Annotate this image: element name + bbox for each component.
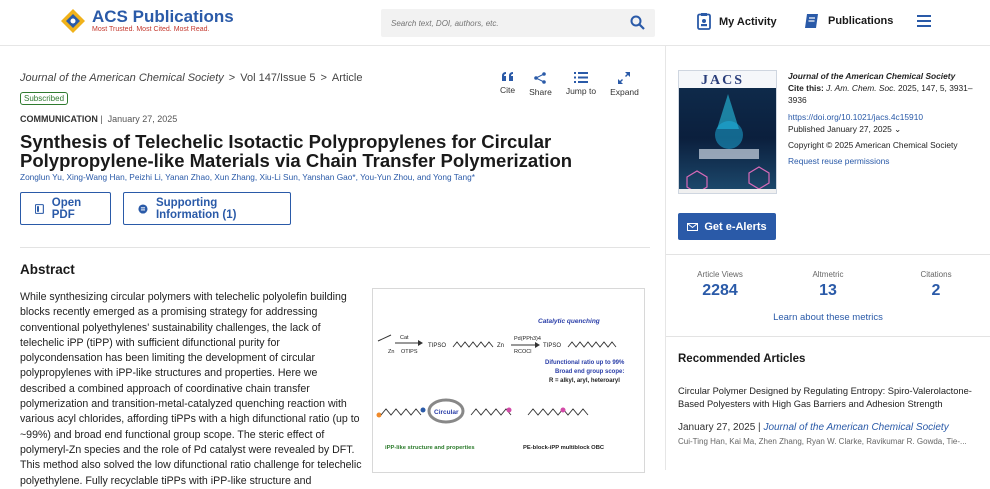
my-activity-label: My Activity <box>719 15 777 28</box>
toc-pd: Pd(PPh3)4 <box>514 336 541 342</box>
my-activity-link[interactable]: My Activity <box>697 13 777 30</box>
top-bar: ACS Publications Most Trusted. Most Cite… <box>0 0 990 46</box>
publications-label: Publications <box>828 15 894 27</box>
menu-icon[interactable] <box>917 14 931 28</box>
cite-button[interactable]: Cite <box>500 72 515 97</box>
pdf-icon <box>35 203 44 214</box>
published-date[interactable]: Published January 27, 2025 ⌄ <box>788 123 983 135</box>
share-label: Share <box>529 87 552 97</box>
logo-name: ACS Publications <box>92 7 234 26</box>
copyright: Copyright © 2025 American Chemical Socie… <box>788 140 958 151</box>
journal-cover-image[interactable]: JACS <box>678 70 777 194</box>
cite-label: Cite <box>500 85 516 95</box>
get-alerts-label: Get e-Alerts <box>704 220 767 233</box>
author-list[interactable]: Zonglun Yu, Xing-Wang Han, Peizhi Li, Ya… <box>20 172 475 182</box>
logo-tagline: Most Trusted. Most Cited. Most Read. <box>92 26 210 33</box>
toc-graphic[interactable]: Catalytic quenching Cat Zn OTIPS TIPSO Z… <box>372 288 645 473</box>
recommended-article-title[interactable]: Circular Polymer Designed by Regulating … <box>678 385 978 410</box>
toc-end-blue <box>420 407 426 413</box>
toc-otips: OTIPS <box>401 349 418 355</box>
open-pdf-label: Open PDF <box>51 196 82 221</box>
views-value: 2284 <box>702 282 738 299</box>
chevron-down-icon: ⌄ <box>894 123 902 134</box>
reuse-permissions-link[interactable]: Request reuse permissions <box>788 155 983 167</box>
recommended-journal[interactable]: Journal of the American Chemical Society <box>763 422 948 433</box>
sidebar-divider <box>665 46 666 470</box>
get-alerts-button[interactable]: Get e-Alerts <box>678 213 776 240</box>
cover-title: JACS <box>701 73 745 88</box>
recommended-authors: Cui-Ting Han, Kai Ma, Zhen Zhang, Ryan W… <box>678 437 967 446</box>
envelope-icon <box>687 222 699 231</box>
views-label: Article Views <box>697 270 743 279</box>
breadcrumb-article: Article <box>331 72 363 84</box>
toc-catalytic: Catalytic quenching <box>538 318 600 325</box>
altmetric-value: 13 <box>819 282 837 299</box>
toc-zn2: Zn <box>497 343 504 349</box>
expand-icon <box>618 72 631 84</box>
supporting-info-label: Supporting Information (1) <box>155 196 237 221</box>
toc-obc: PE-block-iPP multiblock OBC <box>523 445 605 451</box>
citations-value: 2 <box>931 282 941 299</box>
toc-scope1: Broad end group scope: <box>555 369 624 375</box>
doi-link[interactable]: https://doi.org/10.1021/jacs.4c15910 <box>788 111 983 123</box>
quote-icon <box>501 72 513 81</box>
share-button[interactable]: Share <box>529 72 552 97</box>
cite-journal: J. Am. Chem. Soc. <box>826 83 896 94</box>
toc-tipso2: TIPSO <box>543 343 561 349</box>
toc-end-pink <box>506 407 512 413</box>
sidebar-journal[interactable]: Journal of the American Chemical Society <box>788 70 983 82</box>
acs-diamond-icon <box>61 9 85 33</box>
section-divider <box>20 247 650 248</box>
publications-link[interactable]: Publications <box>804 13 893 29</box>
search-input[interactable] <box>381 9 611 37</box>
sidebar-divider-2 <box>666 336 990 337</box>
activity-icon <box>697 13 711 30</box>
toc-rcocl: RCOCl <box>514 349 531 355</box>
abstract-heading: Abstract <box>20 262 75 277</box>
article-meta: Journal of the American Chemical Society… <box>788 70 983 167</box>
recommended-heading: Recommended Articles <box>678 353 806 365</box>
article-type-line: COMMUNICATION | January 27, 2025 <box>20 114 178 124</box>
recommended-date: January 27, 2025 <box>678 422 756 433</box>
search-box <box>381 9 655 37</box>
recommended-date-line: January 27, 2025 | Journal of the Americ… <box>678 422 949 433</box>
breadcrumb-journal[interactable]: Journal of the American Chemical Society <box>20 72 224 84</box>
toc-ratio: Difunctional ratio up to 99% <box>545 360 625 366</box>
article-title: Synthesis of Telechelic Isotactic Polypr… <box>20 131 573 171</box>
cite-this-label: Cite this: <box>788 83 824 94</box>
expand-button[interactable]: Expand <box>610 72 639 97</box>
article-type: COMMUNICATION <box>20 114 98 124</box>
jump-to-button[interactable]: Jump to <box>566 72 596 97</box>
article-tools: Cite Share Jump to Expand <box>500 72 639 97</box>
toc-cat: Cat <box>400 335 409 341</box>
article-date: January 27, 2025 <box>107 114 178 124</box>
toc-circular: Circular <box>434 409 459 416</box>
open-pdf-button[interactable]: Open PDF <box>20 192 111 225</box>
learn-metrics-link[interactable]: Learn about these metrics <box>666 312 990 323</box>
search-icon[interactable] <box>630 15 645 30</box>
subscribed-badge: Subscribed <box>20 92 69 105</box>
toc-zn1: Zn <box>388 349 394 355</box>
breadcrumb: Journal of the American Chemical Society… <box>20 72 363 84</box>
jump-to-label: Jump to <box>565 86 597 96</box>
book-icon <box>805 14 818 28</box>
share-icon <box>534 72 547 84</box>
toc-ipp-like: iPP-like structure and properties <box>385 445 475 451</box>
cover-art <box>679 94 776 193</box>
toc-scheme: Catalytic quenching Cat Zn OTIPS TIPSO Z… <box>376 318 625 451</box>
citations-label: Citations <box>920 270 952 279</box>
list-icon <box>573 72 588 83</box>
toc-end-orange <box>376 412 382 418</box>
info-circle-icon <box>138 203 148 214</box>
acs-logo[interactable]: ACS Publications Most Trusted. Most Cite… <box>60 8 234 34</box>
toc-scope2: R = alkyl, aryl, heteroaryl <box>549 378 620 384</box>
abstract-text: While synthesizing circular polymers wit… <box>20 291 362 487</box>
altmetric-label: Altmetric <box>812 270 844 279</box>
sidebar-divider-1 <box>666 254 990 255</box>
toc-tipso1: TIPSO <box>428 343 446 349</box>
supporting-info-button[interactable]: Supporting Information (1) <box>123 192 291 225</box>
expand-label: Expand <box>610 87 639 97</box>
breadcrumb-issue[interactable]: Vol 147/Issue 5 <box>240 72 315 84</box>
toc-end-pink-2 <box>560 407 566 413</box>
